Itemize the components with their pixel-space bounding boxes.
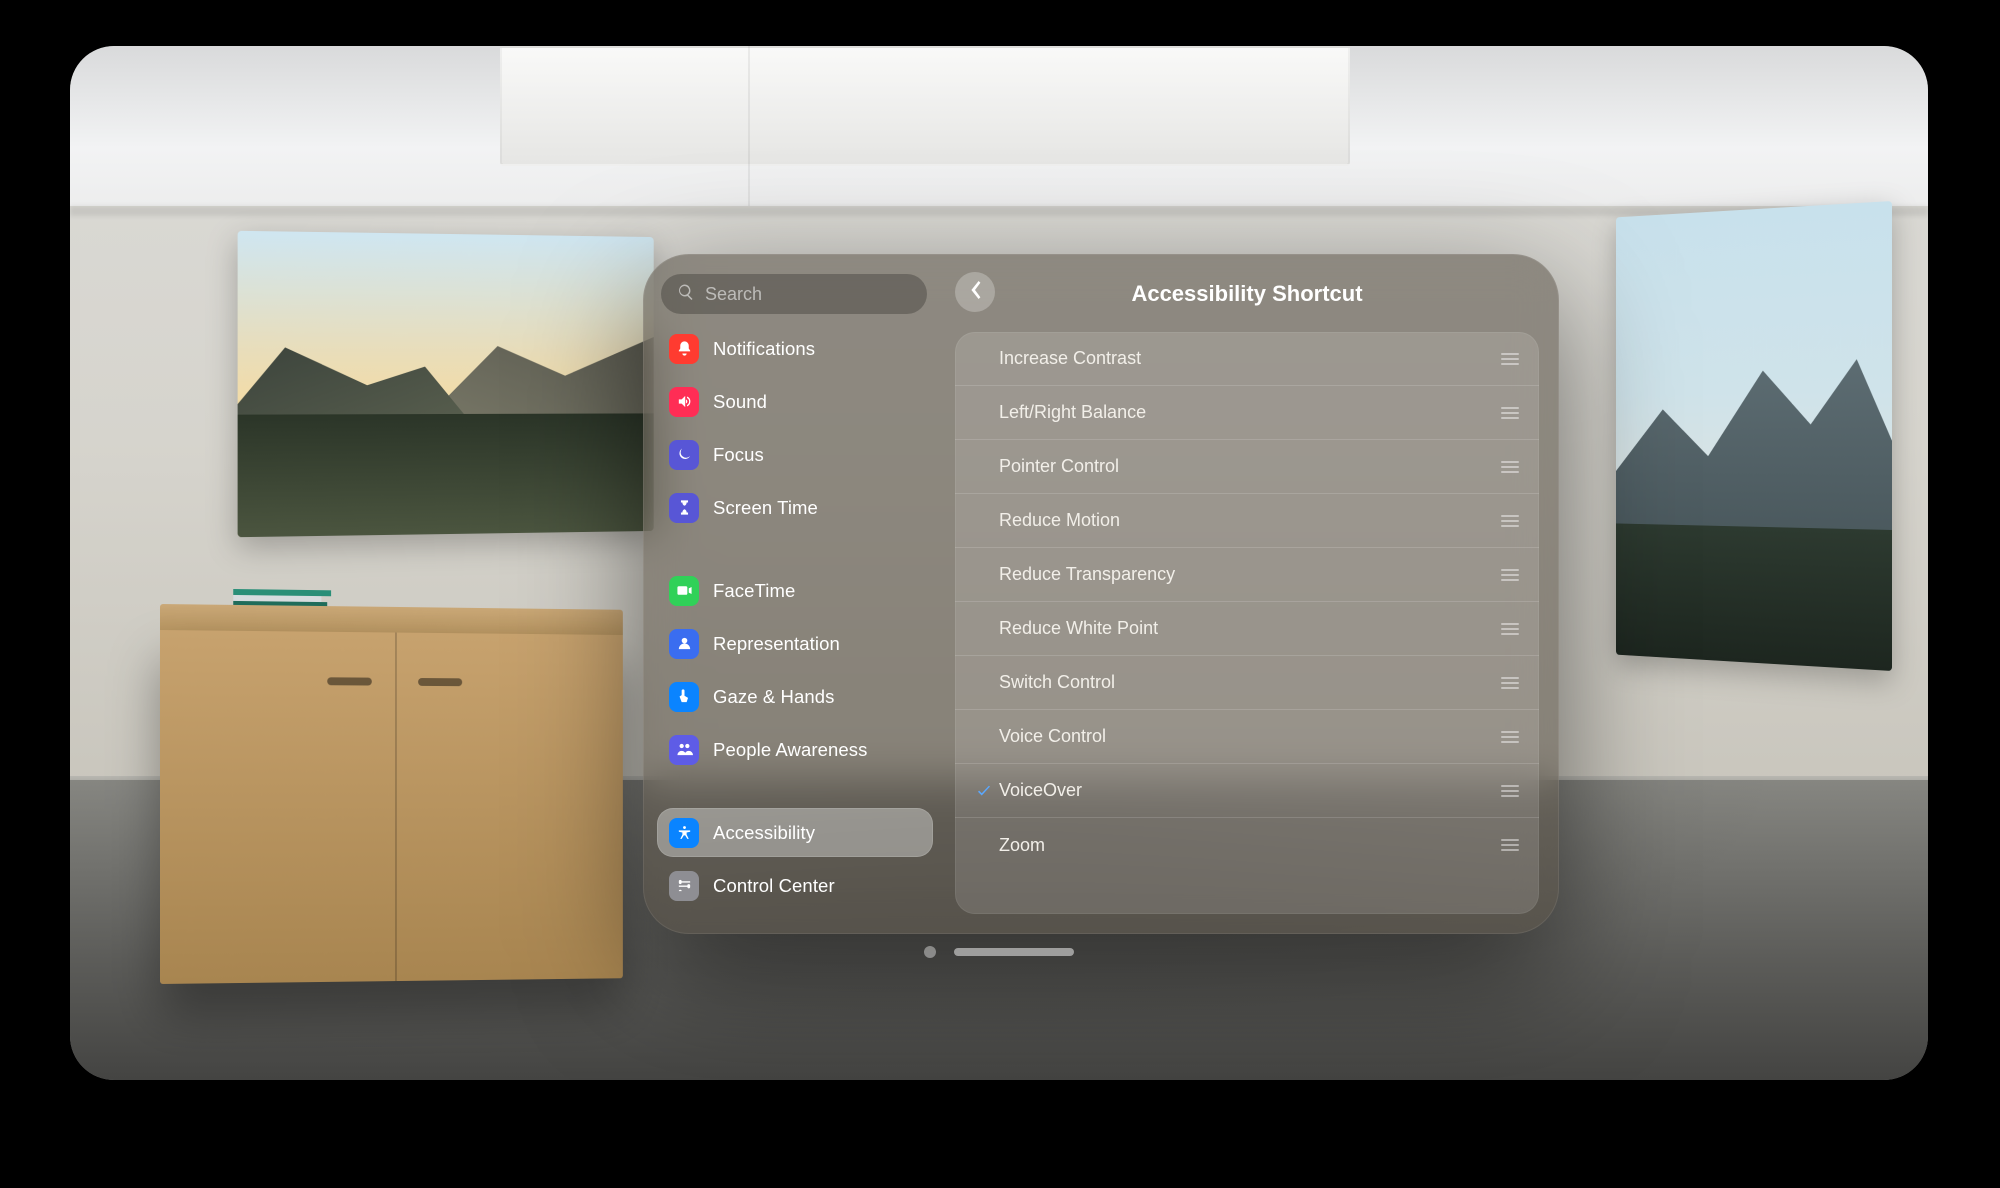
shortcut-option-voiceover[interactable]: VoiceOver (955, 764, 1539, 818)
cabinet (160, 604, 623, 984)
representation-icon (669, 629, 699, 659)
shortcut-option-label: Zoom (999, 835, 1497, 856)
sidebar-item-label: People Awareness (713, 739, 868, 761)
reorder-handle-icon[interactable] (1497, 407, 1519, 419)
window-controls (924, 946, 1074, 958)
shortcut-option-zoom[interactable]: Zoom (955, 818, 1539, 872)
wall-art-right (1616, 201, 1892, 671)
sidebar-item-screen-time[interactable]: Screen Time (657, 483, 933, 532)
shortcut-option-label: Increase Contrast (999, 348, 1497, 369)
shortcut-option-left-right-balance[interactable]: Left/Right Balance (955, 386, 1539, 440)
facetime-icon (669, 576, 699, 606)
sound-icon (669, 387, 699, 417)
settings-window: Notifications Sound Focus (643, 254, 1559, 934)
reorder-handle-icon[interactable] (1497, 515, 1519, 527)
reorder-handle-icon[interactable] (1497, 461, 1519, 473)
people-awareness-icon (669, 735, 699, 765)
sidebar-item-label: Representation (713, 633, 840, 655)
environment-viewport: Notifications Sound Focus (70, 46, 1928, 1080)
control-center-icon (669, 871, 699, 901)
search-icon (677, 283, 705, 306)
detail-pane: Accessibility Shortcut Increase Contrast… (943, 254, 1559, 934)
shortcut-option-label: Left/Right Balance (999, 402, 1497, 423)
shortcut-option-label: Switch Control (999, 672, 1497, 693)
shortcut-option-label: Reduce Transparency (999, 564, 1497, 585)
sidebar-item-label: Notifications (713, 338, 815, 360)
wall-art-left (238, 231, 654, 537)
search-field[interactable] (661, 274, 927, 314)
sidebar-item-label: Gaze & Hands (713, 686, 835, 708)
sidebar-item-gaze-hands[interactable]: Gaze & Hands (657, 672, 933, 721)
sidebar-item-label: Sound (713, 391, 767, 413)
settings-sidebar: Notifications Sound Focus (643, 254, 943, 934)
chevron-left-icon (968, 281, 982, 304)
sidebar-item-sound[interactable]: Sound (657, 377, 933, 426)
shortcut-option-label: Reduce Motion (999, 510, 1497, 531)
sidebar-item-facetime[interactable]: FaceTime (657, 566, 933, 615)
sidebar-item-label: Accessibility (713, 822, 815, 844)
reorder-handle-icon[interactable] (1497, 731, 1519, 743)
shortcut-option-label: Pointer Control (999, 456, 1497, 477)
back-button[interactable] (955, 272, 995, 312)
shortcut-options-list: Increase Contrast Left/Right Balance Point… (955, 332, 1539, 914)
gaze-hands-icon (669, 682, 699, 712)
shortcut-option-label: Reduce White Point (999, 618, 1497, 639)
sidebar-item-control-center[interactable]: Control Center (657, 861, 933, 910)
shortcut-option-reduce-white-point[interactable]: Reduce White Point (955, 602, 1539, 656)
sidebar-item-label: Control Center (713, 875, 835, 897)
sidebar-item-label: Focus (713, 444, 764, 466)
reorder-handle-icon[interactable] (1497, 353, 1519, 365)
reorder-handle-icon[interactable] (1497, 785, 1519, 797)
search-input[interactable] (705, 284, 911, 305)
detail-header: Accessibility Shortcut (955, 272, 1539, 316)
shortcut-option-reduce-transparency[interactable]: Reduce Transparency (955, 548, 1539, 602)
reorder-handle-icon[interactable] (1497, 569, 1519, 581)
sidebar-item-label: Screen Time (713, 497, 818, 519)
sidebar-item-focus[interactable]: Focus (657, 430, 933, 479)
shortcut-option-voice-control[interactable]: Voice Control (955, 710, 1539, 764)
notifications-icon (669, 334, 699, 364)
sidebar-item-representation[interactable]: Representation (657, 619, 933, 668)
sidebar-item-notifications[interactable]: Notifications (657, 324, 933, 373)
screen-time-icon (669, 493, 699, 523)
detail-title: Accessibility Shortcut (1131, 281, 1362, 307)
shortcut-option-pointer-control[interactable]: Pointer Control (955, 440, 1539, 494)
shortcut-option-label: VoiceOver (999, 780, 1497, 801)
shortcut-option-reduce-motion[interactable]: Reduce Motion (955, 494, 1539, 548)
window-grab-bar[interactable] (954, 948, 1074, 956)
accessibility-icon (669, 818, 699, 848)
window-close-dot[interactable] (924, 946, 936, 958)
sidebar-list: Notifications Sound Focus (657, 324, 933, 910)
reorder-handle-icon[interactable] (1497, 839, 1519, 851)
reorder-handle-icon[interactable] (1497, 677, 1519, 689)
sidebar-item-label: FaceTime (713, 580, 795, 602)
shortcut-option-label: Voice Control (999, 726, 1497, 747)
sidebar-item-people-awareness[interactable]: People Awareness (657, 725, 933, 774)
shortcut-option-switch-control[interactable]: Switch Control (955, 656, 1539, 710)
focus-icon (669, 440, 699, 470)
shortcut-option-increase-contrast[interactable]: Increase Contrast (955, 332, 1539, 386)
reorder-handle-icon[interactable] (1497, 623, 1519, 635)
checkmark-icon (969, 782, 999, 800)
sidebar-item-accessibility[interactable]: Accessibility (657, 808, 933, 857)
